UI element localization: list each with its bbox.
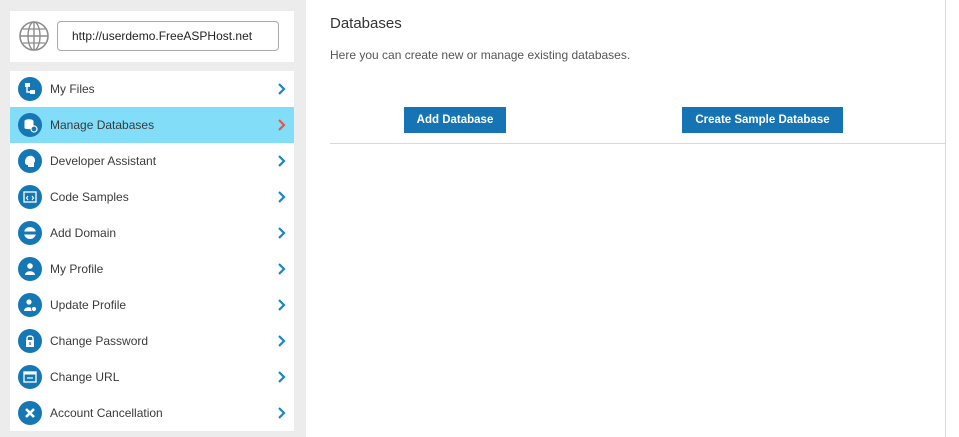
sidebar-item-label: Developer Assistant: [50, 154, 157, 168]
page-title: Databases: [330, 15, 402, 32]
sidebar-item-label: Update Profile: [50, 298, 127, 312]
url-panel: http://userdemo.FreeASPHost.net: [10, 11, 294, 62]
sidebar-menu: My Files Manage Databases Developer Assi…: [10, 71, 294, 431]
sidebar-item-label: My Profile: [50, 262, 104, 276]
sidebar-item-my-profile[interactable]: My Profile: [10, 251, 294, 287]
site-url-field[interactable]: http://userdemo.FreeASPHost.net: [57, 21, 279, 51]
chevron-right-icon: [278, 335, 286, 347]
chevron-right-icon: [278, 119, 286, 131]
files-icon: [18, 77, 42, 101]
create-sample-database-button[interactable]: Create Sample Database: [682, 107, 843, 133]
chevron-right-icon: [278, 83, 286, 95]
sidebar: http://userdemo.FreeASPHost.net My Files…: [0, 0, 306, 437]
user-edit-icon: [18, 293, 42, 317]
sidebar-item-label: Change Password: [50, 334, 149, 348]
sidebar-item-label: Code Samples: [50, 190, 129, 204]
user-icon: [18, 257, 42, 281]
chevron-right-icon: [278, 155, 286, 167]
sidebar-item-label: Manage Databases: [50, 118, 155, 132]
chevron-right-icon: [278, 407, 286, 419]
sidebar-item-account-cancellation[interactable]: Account Cancellation: [10, 395, 294, 431]
sidebar-item-label: Change URL: [50, 370, 120, 384]
sidebar-item-label: Add Domain: [50, 226, 117, 240]
add-database-button[interactable]: Add Database: [404, 107, 506, 133]
sidebar-item-manage-databases[interactable]: Manage Databases: [10, 107, 294, 143]
sidebar-item-developer-assistant[interactable]: Developer Assistant: [10, 143, 294, 179]
content-border: [945, 0, 946, 437]
sidebar-item-update-profile[interactable]: Update Profile: [10, 287, 294, 323]
page-description: Here you can create new or manage existi…: [330, 48, 631, 62]
sidebar-item-code-samples[interactable]: Code Samples: [10, 179, 294, 215]
database-icon: [18, 113, 42, 137]
close-icon: [18, 401, 42, 425]
chevron-right-icon: [278, 227, 286, 239]
chevron-right-icon: [278, 191, 286, 203]
browser-icon: [18, 365, 42, 389]
chevron-right-icon: [278, 371, 286, 383]
sidebar-item-my-files[interactable]: My Files: [10, 71, 294, 107]
www-icon: [18, 221, 42, 245]
sidebar-item-label: Account Cancellation: [50, 406, 163, 420]
code-icon: [18, 185, 42, 209]
sidebar-item-change-password[interactable]: Change Password: [10, 323, 294, 359]
assistant-icon: [18, 149, 42, 173]
sidebar-item-label: My Files: [50, 82, 95, 96]
globe-icon: [19, 21, 49, 51]
main-content: Databases Here you can create new or man…: [306, 0, 946, 437]
sidebar-item-change-url[interactable]: Change URL: [10, 359, 294, 395]
lock-icon: [18, 329, 42, 353]
sidebar-item-add-domain[interactable]: Add Domain: [10, 215, 294, 251]
chevron-right-icon: [278, 299, 286, 311]
divider: [330, 143, 945, 144]
chevron-right-icon: [278, 263, 286, 275]
